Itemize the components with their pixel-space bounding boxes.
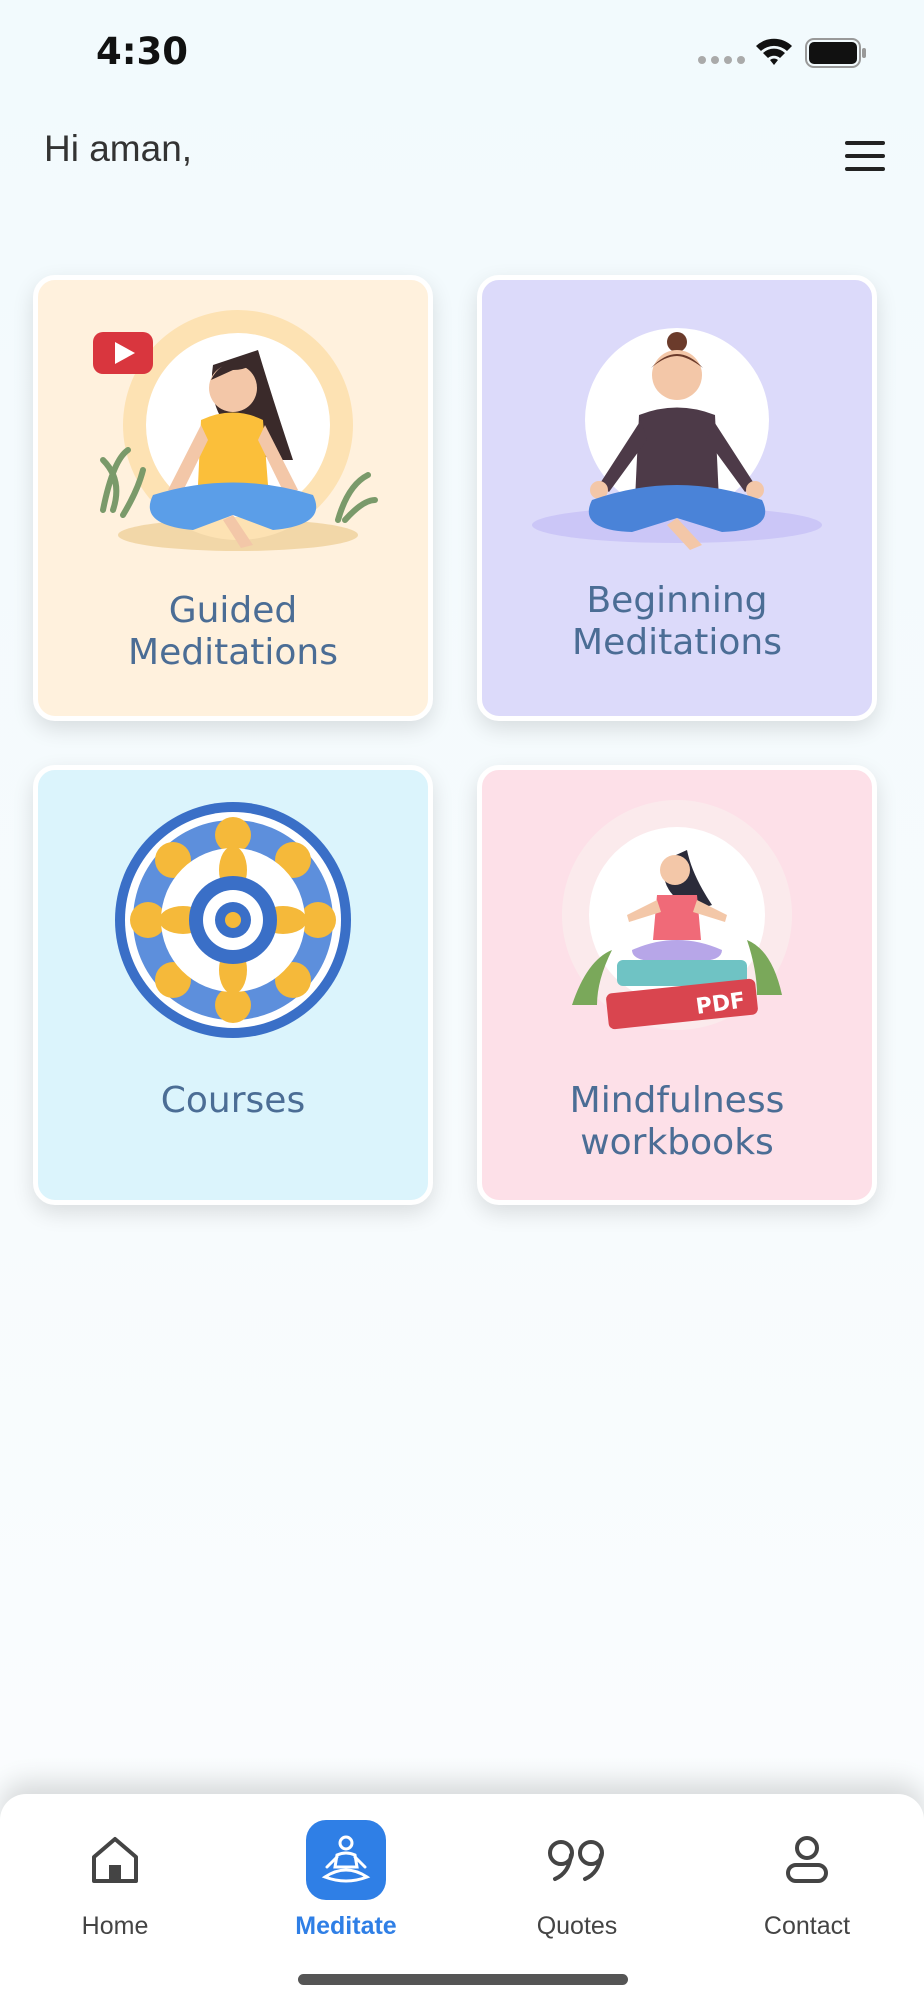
card-beginning-meditations[interactable]: Beginning Meditations xyxy=(477,275,877,721)
status-time: 4:30 xyxy=(96,30,189,73)
card-courses[interactable]: Courses xyxy=(33,765,433,1205)
menu-icon xyxy=(845,141,885,145)
status-bar: 4:30 xyxy=(0,0,924,110)
greeting: Hi aman, xyxy=(44,128,193,169)
card-label: Guided Meditations xyxy=(128,590,338,673)
card-mindfulness-workbooks[interactable]: PDF Mindfulness workbooks xyxy=(477,765,877,1205)
tab-quotes[interactable]: Quotes xyxy=(487,1820,667,1940)
beginning-meditation-illustration xyxy=(532,328,822,550)
tab-contact[interactable]: Contact xyxy=(717,1820,897,1940)
quotes-icon xyxy=(548,1840,604,1881)
mandala-illustration xyxy=(115,802,351,1038)
menu-button[interactable] xyxy=(840,136,890,176)
card-label: Beginning Meditations xyxy=(572,580,782,663)
battery-icon xyxy=(805,38,866,68)
header: Hi aman, xyxy=(0,120,924,190)
signal-icon xyxy=(698,56,745,64)
meditate-icon xyxy=(321,1835,371,1883)
home-icon xyxy=(92,1837,138,1883)
tab-meditate[interactable]: Meditate xyxy=(256,1820,436,1940)
contact-icon xyxy=(786,1836,828,1883)
card-guided-meditations[interactable]: Guided Meditations xyxy=(33,275,433,721)
card-label: Mindfulness workbooks xyxy=(569,1080,785,1163)
guided-meditation-illustration xyxy=(93,310,378,551)
wifi-icon xyxy=(756,38,792,65)
pdf-workbook-illustration: PDF xyxy=(562,800,792,1030)
tab-home[interactable]: Home xyxy=(25,1820,205,1940)
tab-bar: Home Meditate Quotes Contact xyxy=(0,1794,924,2000)
card-label: Courses xyxy=(160,1080,306,1121)
home-indicator xyxy=(298,1974,628,1985)
